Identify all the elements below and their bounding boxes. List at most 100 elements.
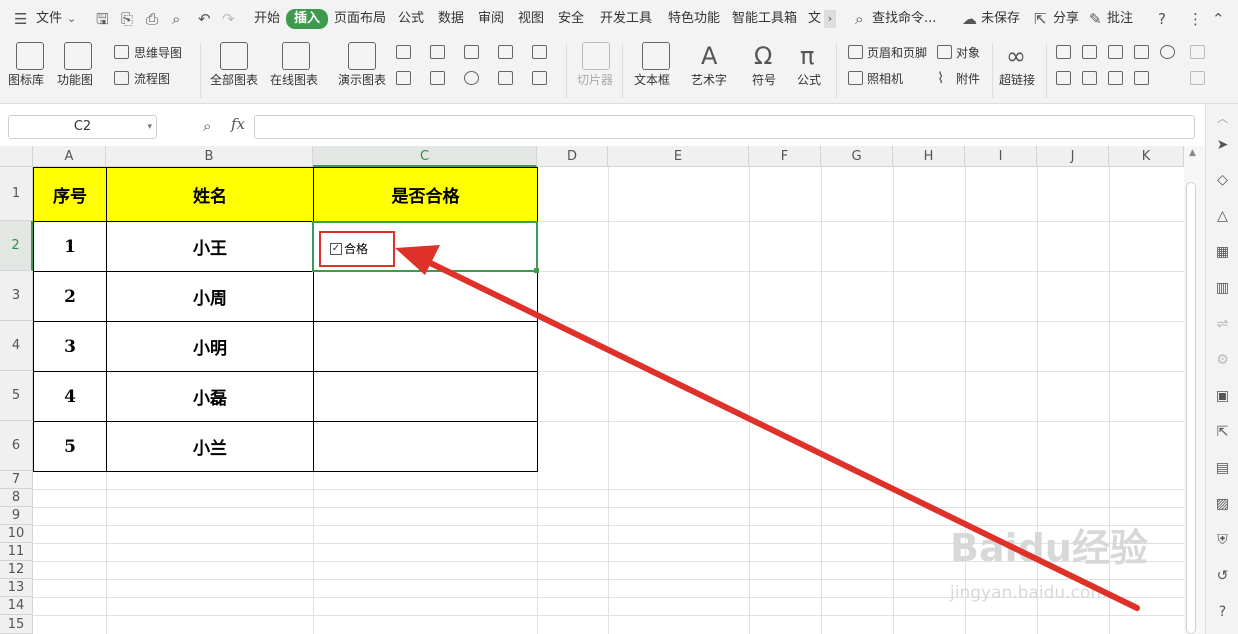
row-header-2[interactable]: 2 [0, 221, 33, 271]
row-header-15[interactable]: 15 [0, 615, 33, 634]
zoom-icon[interactable]: ⌕ [203, 117, 211, 135]
icon-library-button[interactable]: 图标库 [8, 72, 44, 88]
table-cell-qualified[interactable] [313, 271, 538, 322]
archive-icon[interactable]: ▤ [1214, 460, 1231, 477]
demo-charts-icon[interactable] [348, 42, 376, 70]
chevron-right-icon[interactable]: › [824, 10, 836, 28]
wordart-button[interactable]: 艺术字 [691, 72, 727, 88]
table-cell-name[interactable]: 小磊 [106, 371, 314, 422]
tab-page-layout[interactable]: 页面布局 [334, 10, 386, 28]
header-cell-index[interactable]: 序号 [33, 167, 107, 222]
table-cell-index[interactable]: 2 [33, 271, 107, 322]
table-cell-qualified[interactable] [313, 321, 538, 372]
row-header-11[interactable]: 11 [0, 543, 33, 561]
tab-view[interactable]: 视图 [518, 10, 544, 28]
bar-chart-icon[interactable] [430, 45, 445, 59]
cloud-icon[interactable]: ☁ [962, 10, 977, 28]
row-header-1[interactable]: 1 [0, 167, 33, 221]
tab-smart-toolbox[interactable]: 智能工具箱 [732, 10, 797, 28]
tab-home[interactable]: 开始 [254, 10, 280, 28]
table-cell-index[interactable]: 4 [33, 371, 107, 422]
button-control-icon[interactable] [1108, 45, 1123, 59]
share-button[interactable]: 分享 [1053, 10, 1079, 28]
combo-chart-icon[interactable] [430, 71, 445, 85]
history-icon[interactable]: ↺ [1214, 568, 1231, 585]
formula-button[interactable]: 公式 [797, 72, 821, 88]
scatter-chart-icon[interactable] [498, 71, 513, 85]
radio-control-icon[interactable] [1160, 45, 1175, 59]
image-icon[interactable]: ▨ [1214, 496, 1231, 513]
table-cell-index[interactable]: 5 [33, 421, 107, 472]
more-icon[interactable]: ⋮ [1188, 10, 1203, 28]
object-button[interactable]: 对象 [956, 45, 980, 61]
column-chart-icon[interactable] [396, 45, 411, 59]
online-charts-icon[interactable] [282, 42, 310, 70]
flowchart-button[interactable]: 流程图 [134, 71, 170, 87]
picture-icon[interactable]: ▣ [1214, 388, 1231, 405]
apps-grid-icon[interactable]: ▦ [1214, 244, 1231, 261]
all-charts-button[interactable]: 全部图表 [210, 72, 258, 88]
table-cell-name[interactable]: 小兰 [106, 421, 314, 472]
function-icon[interactable]: fx [231, 115, 245, 133]
stock-chart-icon[interactable] [396, 71, 411, 85]
scrollbar-control-icon[interactable] [1108, 71, 1123, 85]
column-header-i[interactable]: I [965, 146, 1037, 167]
row-header-10[interactable]: 10 [0, 525, 33, 543]
column-header-a[interactable]: A [33, 146, 106, 167]
object-icon[interactable] [937, 45, 952, 59]
textbox-button[interactable]: 文本框 [634, 72, 670, 88]
row-header-13[interactable]: 13 [0, 579, 33, 597]
header-footer-button[interactable]: 页眉和页脚 [867, 45, 927, 61]
shield-icon[interactable]: ⛨ [1214, 532, 1231, 549]
scrollbar-thumb[interactable] [1186, 182, 1196, 634]
row-header-4[interactable]: 4 [0, 321, 33, 371]
mindmap-icon[interactable] [114, 45, 129, 59]
bubble-chart-icon[interactable] [532, 71, 547, 85]
file-menu[interactable]: 文件 [36, 10, 62, 28]
groupbox-control-icon[interactable] [1082, 45, 1097, 59]
print-icon[interactable]: ⎙ [146, 10, 158, 28]
wordart-icon[interactable]: A [701, 42, 717, 70]
scroll-up-icon[interactable]: ▲ [1189, 148, 1196, 158]
pie-chart-icon[interactable] [464, 71, 479, 85]
tab-data[interactable]: 数据 [438, 10, 464, 28]
radar-chart-icon[interactable] [498, 45, 513, 59]
tab-more[interactable]: 文 [808, 10, 821, 28]
table-cell-qualified[interactable] [313, 421, 538, 472]
style-icon[interactable]: △ [1214, 208, 1231, 225]
chevron-down-icon[interactable]: ▾ [147, 116, 152, 138]
column-header-b[interactable]: B [106, 146, 313, 167]
select-pointer-icon[interactable]: ➤ [1214, 137, 1231, 154]
hamburger-icon[interactable]: ☰ [14, 10, 27, 28]
tab-insert[interactable]: 插入 [286, 9, 329, 29]
shapes-icon[interactable]: ◇ [1214, 172, 1231, 189]
row-header-8[interactable]: 8 [0, 489, 33, 507]
chevron-down-icon[interactable]: ⌄ [67, 10, 76, 28]
save-icon[interactable]: 🖫 [96, 10, 109, 28]
table-cell-name[interactable]: 小明 [106, 321, 314, 372]
combobox-control-icon[interactable] [1082, 71, 1097, 85]
header-cell-name[interactable]: 姓名 [106, 167, 314, 222]
row-header-9[interactable]: 9 [0, 507, 33, 525]
redo-icon[interactable]: ↷ [222, 10, 235, 28]
name-box[interactable]: C2 ▾ [8, 115, 157, 139]
hyperlink-icon[interactable]: ∞ [1006, 42, 1026, 70]
tab-features[interactable]: 特色功能 [668, 10, 720, 28]
comment-button[interactable]: 批注 [1107, 10, 1133, 28]
share-out-icon[interactable]: ⇱ [1214, 424, 1231, 441]
camera-icon[interactable] [848, 71, 863, 85]
function-chart-button[interactable]: 功能图 [57, 72, 93, 88]
checkbox-control-icon[interactable] [1134, 45, 1149, 59]
online-charts-button[interactable]: 在线图表 [270, 72, 318, 88]
row-header-3[interactable]: 3 [0, 271, 33, 321]
formula-input[interactable] [254, 115, 1195, 139]
mindmap-button[interactable]: 思维导图 [134, 45, 182, 61]
share-icon[interactable]: ⇱ [1034, 10, 1047, 28]
flowchart-icon[interactable] [114, 71, 129, 85]
symbol-button[interactable]: 符号 [752, 72, 776, 88]
column-header-j[interactable]: J [1037, 146, 1109, 167]
select-all-corner[interactable] [0, 146, 33, 167]
row-header-6[interactable]: 6 [0, 421, 33, 471]
column-header-e[interactable]: E [608, 146, 749, 167]
textbox-icon[interactable] [642, 42, 670, 70]
